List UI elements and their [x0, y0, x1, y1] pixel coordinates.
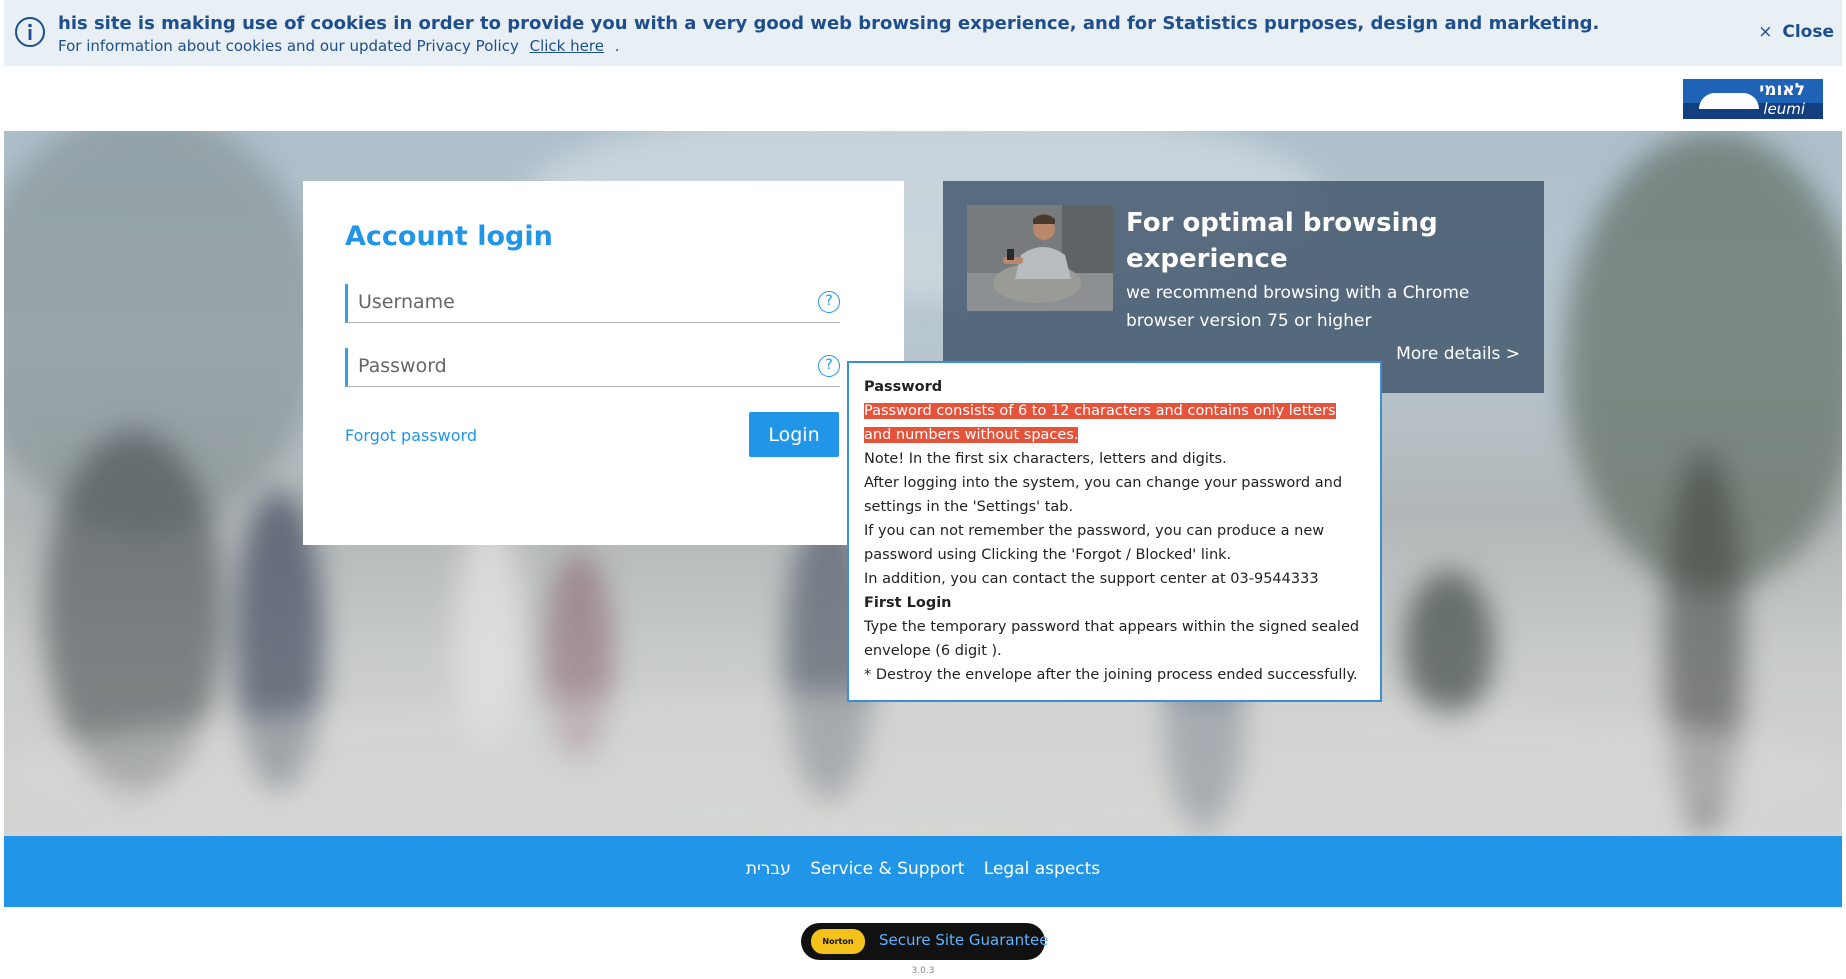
- tooltip-line-6: * Destroy the envelope after the joining…: [864, 667, 1358, 683]
- cookie-info-line: For information about cookies and our up…: [58, 37, 620, 55]
- tooltip-line-1: Note! In the first six characters, lette…: [864, 451, 1227, 467]
- more-details-link[interactable]: More details >: [1396, 344, 1520, 364]
- logo-wave: [1699, 93, 1759, 109]
- password-help-icon[interactable]: ?: [818, 355, 840, 377]
- forgot-password-link[interactable]: Forgot password: [345, 426, 477, 445]
- leumi-logo[interactable]: לאומי leumi: [1683, 79, 1823, 119]
- username-input[interactable]: [358, 288, 798, 316]
- logo-hebrew-text: לאומי: [1759, 80, 1805, 100]
- footer-bar: עברית Service & Support Legal aspects: [4, 836, 1842, 907]
- footer-link-service-support[interactable]: Service & Support: [810, 859, 964, 879]
- promo-photo-image: [967, 205, 1113, 311]
- promo-photo: [967, 205, 1113, 311]
- cookie-trailing-period: .: [614, 37, 620, 55]
- footer-links: עברית Service & Support Legal aspects: [4, 859, 1842, 879]
- cookie-close-label: Close: [1782, 22, 1834, 42]
- cookie-info-text: For information about cookies and our up…: [58, 37, 519, 55]
- cookie-close-button[interactable]: × Close: [1758, 22, 1834, 42]
- password-help-tooltip: Password Password consists of 6 to 12 ch…: [847, 361, 1382, 702]
- norton-badge-icon: Norton: [811, 929, 865, 954]
- password-field: ?: [345, 348, 840, 387]
- password-input[interactable]: [358, 352, 798, 380]
- norton-badge-text: Secure Site Guarantee: [879, 931, 1049, 949]
- cookie-policy-link[interactable]: Click here: [530, 37, 604, 55]
- username-help-icon[interactable]: ?: [818, 291, 840, 313]
- tooltip-line-2: After logging into the system, you can c…: [864, 475, 1343, 515]
- login-card: Account login ? ? Forgot password Login: [303, 181, 904, 545]
- info-icon: [15, 17, 45, 47]
- tooltip-line-5: Type the temporary password that appears…: [864, 619, 1360, 659]
- footer-link-hebrew[interactable]: עברית: [746, 859, 791, 879]
- cookie-message: his site is making use of cookies in ord…: [58, 13, 1600, 34]
- login-button[interactable]: Login: [749, 412, 839, 457]
- promo-text: we recommend browsing with a Chrome brow…: [1126, 283, 1470, 331]
- cookie-banner: his site is making use of cookies in ord…: [4, 0, 1842, 66]
- username-field: ?: [345, 284, 840, 323]
- tooltip-heading: Password: [864, 379, 943, 395]
- tooltip-highlight-line: Password consists of 6 to 12 characters …: [864, 399, 1365, 447]
- norton-secure-badge[interactable]: Norton Secure Site Guarantee: [801, 923, 1049, 960]
- logo-latin-text: leumi: [1763, 100, 1805, 118]
- login-title: Account login: [345, 221, 553, 252]
- version-label: 3.0.3: [911, 966, 935, 976]
- tooltip-line-3: If you can not remember the password, yo…: [864, 523, 1325, 563]
- close-icon: ×: [1758, 22, 1773, 42]
- footer-link-legal-aspects[interactable]: Legal aspects: [984, 859, 1100, 879]
- promo-title: For optimal browsing experience: [1126, 208, 1438, 274]
- tooltip-highlight-text: Password consists of 6 to 12 characters …: [864, 403, 1336, 443]
- tooltip-line-4: In addition, you can contact the support…: [864, 571, 1319, 587]
- tooltip-heading-first-login: First Login: [864, 595, 952, 611]
